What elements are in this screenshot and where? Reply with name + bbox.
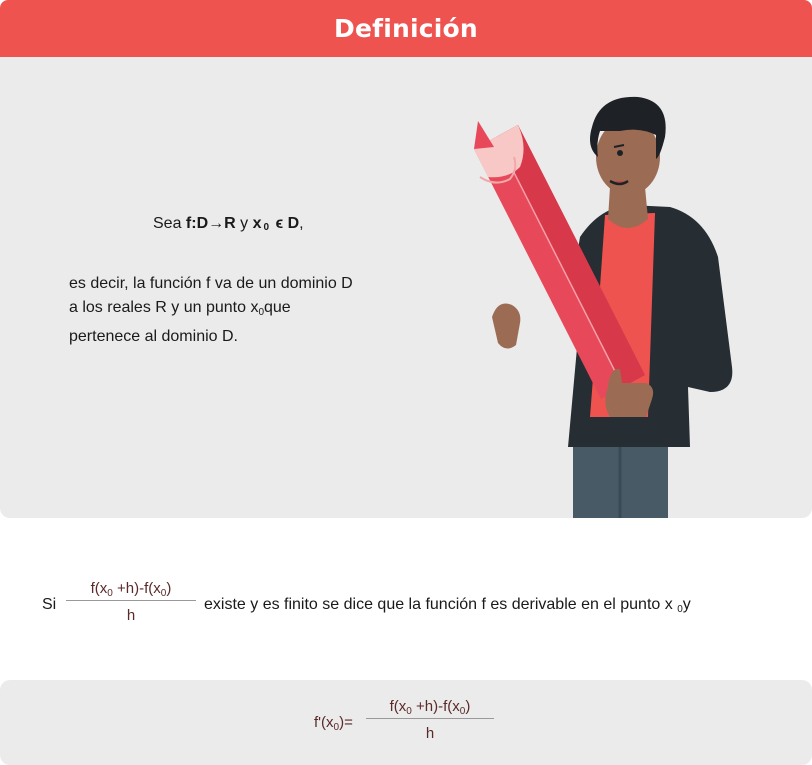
statement-end: y	[682, 596, 691, 613]
derivability-condition: Si f(x0 +h)-f(x0) h existe y es finito s…	[42, 578, 802, 632]
left-hand	[492, 303, 521, 349]
explanation-line-3: pertenece al dominio D.	[69, 328, 238, 345]
si-text: Si	[42, 596, 57, 613]
explanation-line-2: a los reales R y un punto x0que	[69, 296, 409, 325]
numerator-part: f(x	[90, 580, 108, 597]
explanation-line-1: es decir, la función f va de un dominio …	[69, 275, 353, 292]
numerator-part: )	[465, 698, 471, 715]
difference-quotient: f(x0 +h)-f(x0) h	[66, 578, 196, 627]
numerator-part: )	[166, 580, 172, 597]
x0-subscript: 0	[263, 222, 270, 233]
x0-notation: x0	[252, 215, 271, 233]
in-domain-notation: ϵ D	[271, 215, 300, 232]
numerator-part: +h)-f(x	[411, 698, 460, 715]
definition-panel: Sea f:D→R y x0 ϵ D, es decir, la función…	[0, 57, 812, 518]
explanation-line-2-end: que	[264, 299, 291, 316]
formula-denominator: h	[425, 725, 435, 742]
formula-numerator: f(x0 +h)-f(x0)	[366, 696, 494, 718]
teacher-with-pencil-illustration	[474, 96, 733, 518]
function-notation: f:D→R	[185, 215, 236, 232]
y-text: y	[235, 215, 253, 232]
section-header: Definición	[0, 0, 812, 57]
numerator-part: f(x	[389, 698, 407, 715]
derivative-quotient: f(x0 +h)-f(x0) h	[366, 696, 494, 745]
derivability-statement: existe y es finito se dice que la funció…	[204, 596, 691, 615]
sea-text: Sea	[153, 215, 186, 232]
definition-explanation: es decir, la función f va de un dominio …	[69, 272, 409, 349]
lhs-text-end: )=	[339, 714, 353, 731]
explanation-line-2-text: a los reales R y un punto x	[69, 299, 259, 316]
comma: ,	[299, 215, 304, 232]
quotient-denominator: h	[126, 607, 136, 624]
numerator-part: +h)-f(x	[112, 580, 161, 597]
derivative-lhs: f'(x0)=	[314, 714, 353, 733]
derivative-formula-panel: f'(x0)= f(x0 +h)-f(x0) h	[0, 680, 812, 765]
statement-text: existe y es finito se dice que la funció…	[204, 596, 673, 613]
quotient-numerator: f(x0 +h)-f(x0)	[66, 578, 196, 600]
x-letter: x	[252, 215, 262, 232]
lhs-text: f'(x	[314, 714, 334, 731]
section-title: Definición	[334, 14, 478, 43]
definition-statement: Sea f:D→R y x0 ϵ D,	[153, 215, 304, 233]
